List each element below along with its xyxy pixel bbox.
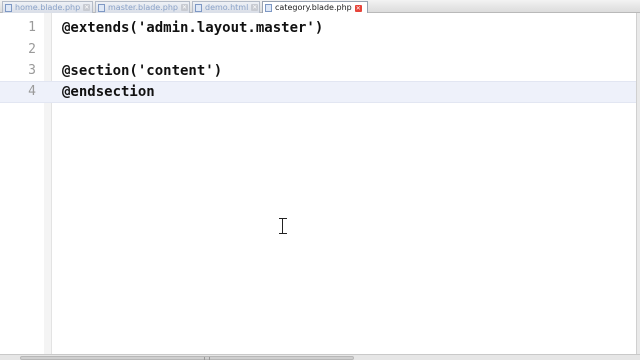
line-number: 4 (28, 84, 36, 99)
file-icon (5, 3, 12, 12)
file-icon (98, 3, 105, 12)
vertical-scrollbar[interactable] (636, 13, 640, 354)
close-icon[interactable]: ✕ (181, 4, 188, 11)
code-line[interactable]: 1 @extends('admin.layout.master') (0, 17, 636, 39)
close-icon[interactable]: ✕ (354, 4, 362, 12)
code-text[interactable]: @endsection (62, 81, 155, 103)
tab-master-blade[interactable]: master.blade.php ✕ (95, 1, 190, 13)
line-number: 3 (28, 63, 36, 78)
tab-label: master.blade.php (108, 2, 178, 12)
text-cursor-icon (279, 218, 287, 234)
tab-label: demo.html (205, 2, 249, 12)
code-text[interactable]: @extends('admin.layout.master') (62, 17, 323, 39)
tab-bar: home.blade.php ✕ master.blade.php ✕ demo… (0, 0, 640, 14)
code-line[interactable]: 3 @section('content') (0, 60, 636, 82)
close-icon[interactable]: ✕ (251, 4, 259, 11)
horizontal-scrollbar[interactable] (0, 354, 640, 360)
code-text[interactable]: @section('content') (62, 60, 222, 82)
scrollbar-thumb[interactable] (20, 356, 354, 360)
line-number: 1 (28, 20, 36, 35)
tab-demo-html[interactable]: demo.html ✕ (192, 1, 260, 13)
code-line[interactable]: 2 (0, 39, 636, 61)
close-icon[interactable]: ✕ (83, 4, 91, 11)
tab-label: home.blade.php (15, 2, 81, 12)
current-code-line[interactable]: 4 @endsection (0, 81, 636, 103)
file-icon (265, 4, 272, 12)
code-editor[interactable]: 1 @extends('admin.layout.master') 2 3 @s… (0, 13, 636, 354)
line-number: 2 (28, 42, 36, 57)
file-icon (195, 3, 202, 12)
tab-home-blade[interactable]: home.blade.php ✕ (2, 1, 93, 13)
